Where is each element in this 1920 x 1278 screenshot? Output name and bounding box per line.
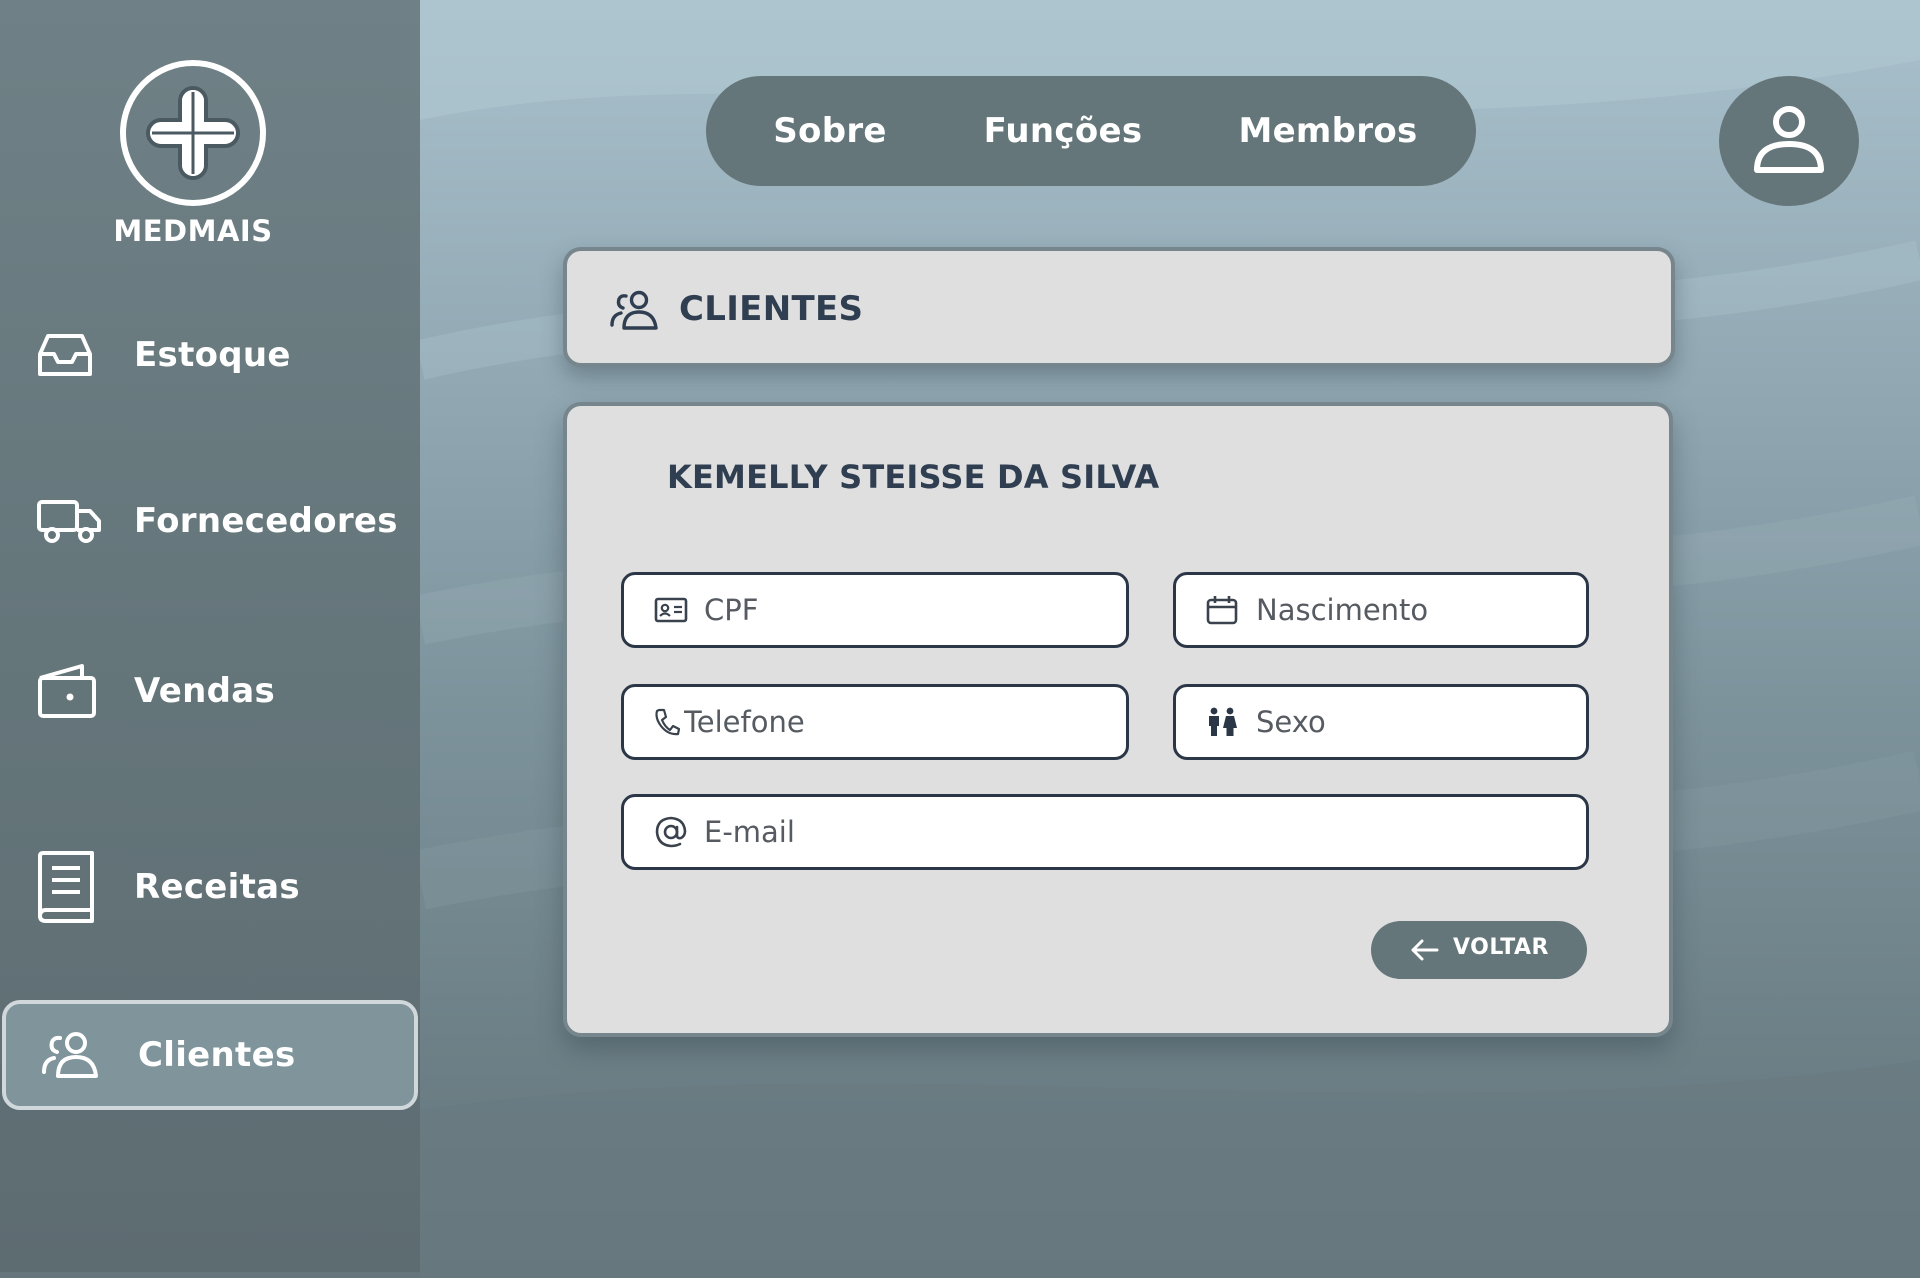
sexo-field[interactable] [1173,684,1589,760]
sidebar-item-clientes[interactable]: Clientes [2,1000,418,1110]
user-icon [1754,106,1824,173]
back-button[interactable]: VOLTAR [1371,921,1587,979]
sidebar-item-receitas[interactable]: Receitas [2,832,418,942]
sidebar-item-label: Receitas [134,867,300,907]
users-icon [42,1032,98,1078]
cpf-input[interactable] [704,575,1106,645]
sidebar-item-label: Fornecedores [134,501,398,541]
sidebar-item-label: Vendas [134,671,276,711]
tab-membros[interactable]: Membros [1238,111,1417,151]
tab-sobre[interactable]: Sobre [773,111,887,151]
nascimento-field[interactable] [1173,572,1589,648]
sidebar-item-vendas[interactable]: Vendas [2,636,418,746]
tab-funcoes[interactable]: Funções [984,111,1143,151]
book-icon [38,851,94,923]
email-input[interactable] [704,797,1566,867]
client-detail-card: KEMELLY STEISSE DA SILVA CPF Nascimento … [563,402,1673,1037]
at-sign-icon [655,816,687,848]
brand-name: MEDMAIS [113,214,273,248]
sidebar-item-estoque[interactable]: Estoque [2,300,418,410]
top-navigation: Sobre Funções Membros [706,76,1476,186]
cpf-field[interactable] [621,572,1129,648]
page-title: CLIENTES [679,289,864,329]
email-field[interactable] [621,794,1589,870]
telefone-field[interactable] [621,684,1129,760]
client-name: KEMELLY STEISSE DA SILVA [667,458,1160,496]
page-header-card: CLIENTES [563,247,1675,367]
sidebar-item-label: Estoque [134,335,291,375]
users-icon [610,290,658,330]
sidebar-item-label: Clientes [138,1035,296,1075]
back-button-label: VOLTAR [1453,935,1549,960]
inbox-icon [38,334,92,376]
sexo-input[interactable] [1256,687,1566,757]
sidebar: MEDMAIS Estoque Fornecedores Vendas Rece… [0,0,420,1272]
wallet-icon [38,664,96,718]
id-card-icon [654,597,688,623]
arrow-left-icon [1411,939,1439,961]
sidebar-item-fornecedores[interactable]: Fornecedores [2,466,418,576]
truck-icon [37,500,101,543]
phone-icon [655,708,680,736]
medmais-logo-icon[interactable] [118,58,268,208]
user-profile-button[interactable] [1719,76,1859,206]
gender-icon [1209,707,1237,736]
nascimento-input[interactable] [1256,575,1566,645]
calendar-icon [1206,596,1238,625]
telefone-input[interactable] [684,687,1106,757]
